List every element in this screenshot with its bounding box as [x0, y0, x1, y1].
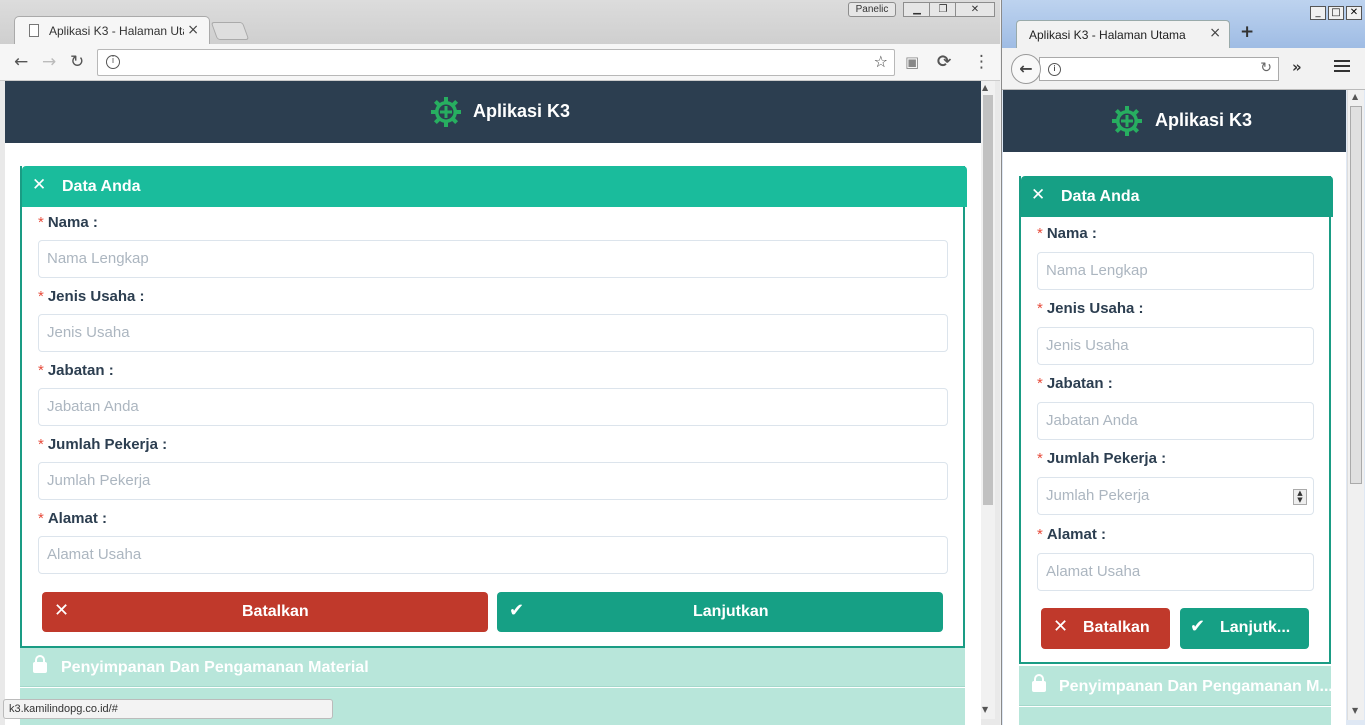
- close-icon[interactable]: ✕: [32, 175, 46, 195]
- check-icon: ✔: [509, 600, 525, 621]
- nama-input[interactable]: Nama Lengkap: [38, 240, 948, 278]
- sync-icon[interactable]: ⟳: [937, 52, 951, 72]
- app-title: Aplikasi K3: [473, 101, 571, 121]
- batalkan-label: Batalkan: [242, 603, 309, 620]
- lock-icon: [33, 655, 47, 673]
- address-bar[interactable]: i ↻: [1039, 57, 1279, 81]
- app-header: Aplikasi K3: [5, 81, 981, 143]
- address-bar[interactable]: i ☆: [97, 49, 895, 76]
- forward-icon[interactable]: →: [42, 52, 56, 72]
- jenis-usaha-input[interactable]: Jenis Usaha: [1037, 327, 1314, 365]
- close-icon: ✕: [1053, 616, 1069, 637]
- menu-dots-icon[interactable]: ⋮: [973, 52, 990, 72]
- gear-plus-icon: [1112, 106, 1142, 136]
- new-tab-button[interactable]: [210, 22, 250, 40]
- alamat-input[interactable]: Alamat Usaha: [1037, 553, 1314, 591]
- gear-plus-icon: [431, 97, 461, 127]
- page-viewport: Aplikasi K3 ✕ Data Anda * Nama : Nama Len…: [1003, 90, 1346, 725]
- jenis-usaha-input[interactable]: Jenis Usaha: [38, 314, 948, 352]
- overflow-chevron-icon[interactable]: »: [1292, 58, 1302, 76]
- section-title: Penyimpanan Dan Pengamanan Material: [61, 659, 369, 676]
- chrome-window: Panelic ▁ ❐ ✕ Aplikasi K3 - Halaman Utan…: [0, 0, 1000, 725]
- field-label: * Jenis Usaha :: [38, 288, 145, 305]
- scrollbar[interactable]: ▲ ▼: [981, 81, 995, 719]
- minimize-button[interactable]: ▁: [903, 2, 931, 17]
- lanjutkan-label: Lanjutkan: [693, 603, 769, 620]
- section-title: Penyimpanan Dan Pengamanan M...: [1059, 678, 1333, 695]
- page-viewport: Aplikasi K3 ✕ Data Anda * Nama : Nama Len…: [5, 81, 981, 725]
- field-label: * Jumlah Pekerja :: [1037, 450, 1167, 467]
- app-header: Aplikasi K3: [1003, 90, 1346, 152]
- page-icon: [29, 24, 39, 37]
- panel-title: Data Anda: [1061, 188, 1140, 205]
- info-icon[interactable]: i: [106, 55, 120, 69]
- tab-close-icon[interactable]: ×: [187, 22, 199, 38]
- scroll-down-icon[interactable]: ▼: [1352, 706, 1358, 715]
- lanjutkan-button[interactable]: ✔ Lanjutkan: [497, 592, 943, 632]
- app-title: Aplikasi K3: [1155, 110, 1253, 130]
- close-window-button[interactable]: ✕: [955, 2, 995, 17]
- scroll-down-icon[interactable]: ▼: [982, 705, 988, 714]
- lanjutkan-button[interactable]: ✔ Lanjutk...: [1180, 608, 1309, 649]
- data-anda-panel: ✕ Data Anda * Nama : Nama Lengkap * Jenis …: [20, 166, 967, 648]
- scroll-up-icon[interactable]: ▲: [1352, 92, 1358, 101]
- section-penyimpanan[interactable]: Penyimpanan Dan Pengamanan Material: [20, 648, 965, 687]
- tab-title: Aplikasi K3 - Halaman Utama: [1029, 28, 1186, 42]
- scroll-thumb[interactable]: [1350, 106, 1362, 484]
- maximize-button[interactable]: ❐: [929, 2, 957, 17]
- lanjutkan-label: Lanjutk...: [1220, 619, 1291, 636]
- scrollbar[interactable]: ▲ ▼: [1347, 90, 1364, 720]
- reload-icon[interactable]: ↻: [1260, 60, 1272, 76]
- hamburger-menu-icon[interactable]: [1334, 60, 1350, 72]
- status-bar: k3.kamilindopg.co.id/#: [3, 699, 333, 719]
- new-tab-icon[interactable]: +: [1240, 22, 1254, 42]
- jumlah-pekerja-input[interactable]: Jumlah Pekerja ▲ ▼: [1037, 477, 1314, 515]
- info-icon[interactable]: i: [1048, 63, 1061, 76]
- input-placeholder: Jumlah Pekerja: [1046, 487, 1150, 504]
- profile-button[interactable]: Panelic: [848, 2, 896, 17]
- tab-close-icon[interactable]: ×: [1209, 25, 1221, 41]
- close-icon: ✕: [54, 600, 70, 621]
- number-spinner[interactable]: ▲ ▼: [1293, 489, 1307, 505]
- batalkan-button[interactable]: ✕ Batalkan: [42, 592, 488, 632]
- panel-title: Data Anda: [62, 178, 141, 195]
- alamat-input[interactable]: Alamat Usaha: [38, 536, 948, 574]
- field-label: * Jumlah Pekerja :: [38, 436, 168, 453]
- data-anda-panel: ✕ Data Anda * Nama : Nama Lengkap * Jenis …: [1019, 176, 1333, 664]
- field-label: * Alamat :: [38, 510, 108, 527]
- jumlah-pekerja-input[interactable]: Jumlah Pekerja: [38, 462, 948, 500]
- maximize-button[interactable]: □: [1328, 6, 1344, 20]
- lock-icon: [1032, 674, 1046, 692]
- nama-input[interactable]: Nama Lengkap: [1037, 252, 1314, 290]
- field-label: * Jenis Usaha :: [1037, 300, 1144, 317]
- extension-icon[interactable]: ▣: [905, 53, 919, 71]
- check-icon: ✔: [1190, 616, 1206, 637]
- browser-tab[interactable]: Aplikasi K3 - Halaman Utama ×: [1016, 20, 1230, 48]
- field-label: * Jabatan :: [38, 362, 114, 379]
- scroll-thumb[interactable]: [983, 95, 993, 505]
- firefox-window: _ □ ✕ Aplikasi K3 - Halaman Utama × + i …: [1001, 0, 1365, 725]
- field-label: * Alamat :: [1037, 526, 1107, 543]
- panel-header[interactable]: ✕ Data Anda: [22, 166, 967, 207]
- panel-header[interactable]: ✕ Data Anda: [1021, 176, 1333, 217]
- section-penyimpanan[interactable]: Penyimpanan Dan Pengamanan M...: [1019, 666, 1333, 706]
- back-icon[interactable]: ←: [14, 52, 28, 72]
- tab-title: Aplikasi K3 - Halaman Utan: [49, 24, 184, 38]
- batalkan-label: Batalkan: [1083, 619, 1150, 636]
- scroll-up-icon[interactable]: ▲: [982, 83, 988, 92]
- reload-icon[interactable]: ↻: [70, 52, 84, 72]
- field-label: * Nama :: [1037, 225, 1097, 242]
- field-label: * Nama :: [38, 214, 98, 231]
- back-icon[interactable]: ←: [1011, 54, 1041, 84]
- bookmark-star-icon[interactable]: ☆: [874, 52, 888, 71]
- jabatan-input[interactable]: Jabatan Anda: [38, 388, 948, 426]
- browser-tab[interactable]: Aplikasi K3 - Halaman Utan ×: [14, 16, 210, 45]
- batalkan-button[interactable]: ✕ Batalkan: [1041, 608, 1170, 649]
- field-label: * Jabatan :: [1037, 375, 1113, 392]
- close-icon[interactable]: ✕: [1031, 185, 1045, 205]
- minimize-button[interactable]: _: [1310, 6, 1326, 20]
- close-window-button[interactable]: ✕: [1346, 6, 1362, 20]
- section-next[interactable]: [1019, 707, 1331, 725]
- jabatan-input[interactable]: Jabatan Anda: [1037, 402, 1314, 440]
